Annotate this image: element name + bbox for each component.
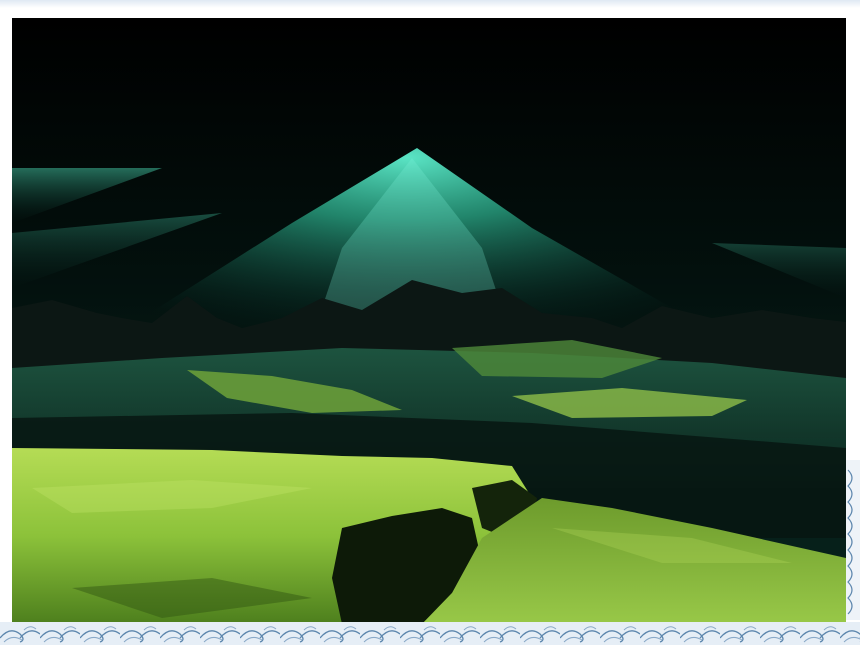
wave-pattern-border — [0, 622, 860, 645]
top-strip — [0, 0, 860, 8]
landscape-photo — [12, 18, 846, 624]
slide — [0, 0, 860, 645]
side-wave-ornament — [846, 460, 860, 620]
